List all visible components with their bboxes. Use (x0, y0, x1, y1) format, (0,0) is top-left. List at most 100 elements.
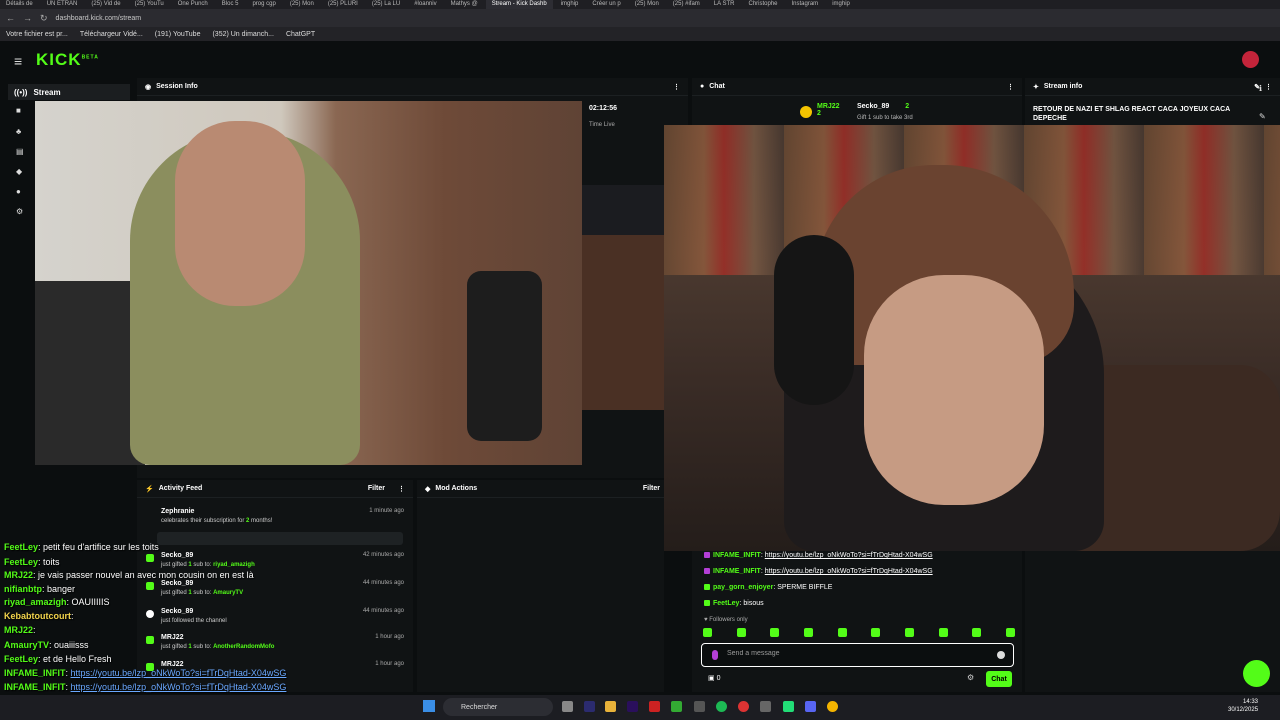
time-live-label: Time Live (589, 122, 615, 128)
windows-start-icon[interactable] (423, 700, 435, 712)
browser-tab[interactable]: Christophe (742, 0, 783, 9)
emoji-icon[interactable] (997, 651, 1005, 659)
help-chat-icon[interactable] (1243, 660, 1270, 687)
browser-tab[interactable]: imghip (555, 0, 585, 9)
chat-text: bisous (741, 600, 764, 607)
sidebar-icon-5[interactable]: ● (16, 187, 21, 196)
taskbar-search[interactable]: Rechercher (443, 698, 553, 716)
bookmark-item[interactable]: Téléchargeur Vidé... (80, 31, 143, 38)
emote-icon[interactable] (770, 628, 780, 637)
kick-logo[interactable]: KICKBETA (36, 50, 99, 70)
app-icon[interactable] (783, 701, 794, 712)
emote-icon[interactable] (904, 628, 914, 637)
sidebar-item-stream[interactable]: ((•)) Stream (8, 84, 130, 100)
browser-tab[interactable]: Créer un p (586, 0, 626, 9)
more-icon[interactable]: ⋮ (398, 485, 405, 493)
forward-icon[interactable]: → (23, 13, 32, 23)
discord-icon[interactable] (805, 701, 816, 712)
send-chat-button[interactable]: Chat (986, 671, 1012, 687)
chat-username[interactable]: FeetLey (713, 600, 739, 607)
browser-tab[interactable]: prog cgp (246, 0, 281, 9)
leader-user-1[interactable]: MRJ22 2 (817, 103, 840, 117)
activity-username[interactable]: Secko_89 (161, 580, 193, 587)
opera-icon[interactable] (649, 701, 660, 712)
spotify-icon[interactable] (716, 701, 727, 712)
menu-icon[interactable]: ≡ (14, 53, 22, 69)
browser-tab[interactable]: (25) La LU (366, 0, 406, 9)
browser-tab[interactable]: Stream - Kick Dashb (485, 0, 553, 9)
chat-link[interactable]: https://youtu.be/lzp_oNkWoTo?si=fTrDqHta… (765, 552, 933, 559)
mic-icon[interactable] (712, 650, 718, 660)
chat-username[interactable]: INFAME_INFIT (713, 552, 761, 559)
browser-tab[interactable]: (25) Mon (284, 0, 320, 9)
activity-username[interactable]: MRJ22 (161, 634, 184, 641)
sidebar-icon-4[interactable]: ◆ (16, 167, 22, 176)
emote-icon[interactable] (803, 628, 813, 637)
emote-icon[interactable] (837, 628, 847, 637)
emote-icon[interactable] (703, 628, 712, 637)
info-icon[interactable]: ℹ (1259, 84, 1262, 93)
browser-tab[interactable]: Bloc 5 (216, 0, 245, 9)
bookmark-item[interactable]: (352) Un dimanch... (212, 31, 273, 38)
browser-tab[interactable]: LA STR (708, 0, 741, 9)
browser-tab[interactable]: Détails de (0, 0, 39, 9)
app-icon[interactable] (694, 701, 705, 712)
activity-username[interactable]: Secko_89 (161, 552, 193, 559)
bookmark-item[interactable]: Votre fichier est pr... (6, 31, 68, 38)
app-icon[interactable] (760, 701, 771, 712)
activity-username[interactable]: Secko_89 (161, 608, 193, 615)
url-field[interactable]: dashboard.kick.com/stream (56, 15, 142, 22)
back-icon[interactable]: ← (6, 13, 15, 23)
activity-username[interactable]: MRJ22 (161, 661, 184, 668)
browser-tab[interactable]: imghip (826, 0, 856, 9)
browser-tab[interactable]: (25) PLURI (322, 0, 364, 9)
activity-time: 1 hour ago (375, 634, 404, 640)
chat-username[interactable]: pay_gorn_enjoyer (713, 584, 773, 591)
premiere-icon[interactable] (627, 701, 638, 712)
browser-tab[interactable]: UN ETRAN (41, 0, 84, 9)
filter-button[interactable]: Filter (368, 485, 385, 492)
activity-description: just gifted 1 sub to: AnotherRandomMofo (161, 644, 275, 650)
activity-time: 1 minute ago (369, 508, 404, 514)
gear-icon[interactable]: ⚙ (16, 207, 23, 216)
chat-settings-icon[interactable]: ⚙ (967, 673, 974, 682)
browser-tab[interactable]: One Punch (172, 0, 214, 9)
leader-user-2[interactable]: Secko_89 2 (857, 103, 909, 110)
app-icon[interactable] (671, 701, 682, 712)
photoshop-icon[interactable] (584, 701, 595, 712)
browser-tab[interactable]: (25) YouTu (129, 0, 170, 9)
edit-icon[interactable]: ✎ (1259, 112, 1266, 121)
browser-tab-bar: Détails de UN ETRAN (25) Vid de (25) YouTu O… (0, 0, 1280, 9)
more-icon[interactable]: ⋮ (673, 83, 680, 91)
emote-icon[interactable] (972, 628, 982, 637)
browser-tab[interactable]: #loanniv (408, 0, 442, 9)
emote-icon[interactable] (938, 628, 948, 637)
avatar[interactable] (1242, 51, 1259, 68)
browser-tab[interactable]: (25) #ifam (667, 0, 706, 9)
browser-tab[interactable]: (25) Mon (629, 0, 665, 9)
emote-icon[interactable] (736, 628, 746, 637)
chat-message-input[interactable] (727, 650, 987, 657)
chrome-icon[interactable] (827, 701, 838, 712)
more-icon[interactable]: ⋮ (1265, 83, 1272, 91)
more-icon[interactable]: ⋮ (1007, 83, 1014, 91)
reload-icon[interactable]: ↻ (40, 13, 48, 24)
app-icon[interactable] (738, 701, 749, 712)
chat-link[interactable]: https://youtu.be/lzp_oNkWoTo?si=fTrDqHta… (765, 568, 933, 575)
emote-icon[interactable] (1005, 628, 1015, 637)
sidebar-icon-2[interactable]: ♣ (16, 127, 21, 136)
browser-tab[interactable]: Mathys @ (445, 0, 484, 9)
activity-username[interactable]: Zephranie (161, 508, 194, 515)
task-view-icon[interactable] (562, 701, 573, 712)
mod-filter-button[interactable]: Filter (643, 485, 660, 492)
bookmark-item[interactable]: (191) YouTube (155, 31, 201, 38)
browser-tab[interactable]: (25) Vid de (85, 0, 126, 9)
explorer-icon[interactable] (605, 701, 616, 712)
overlay-link: https://youtu.be/lzp_oNkWoTo?si=fTrDqHta… (70, 682, 287, 692)
chat-username[interactable]: INFAME_INFIT (713, 568, 761, 575)
sidebar-icon-3[interactable]: ▤ (16, 147, 24, 156)
bookmark-item[interactable]: ChatGPT (286, 31, 315, 38)
sidebar-icon-1[interactable]: ■ (16, 106, 21, 115)
browser-tab[interactable]: Instagram (786, 0, 825, 9)
emote-icon[interactable] (871, 628, 881, 637)
